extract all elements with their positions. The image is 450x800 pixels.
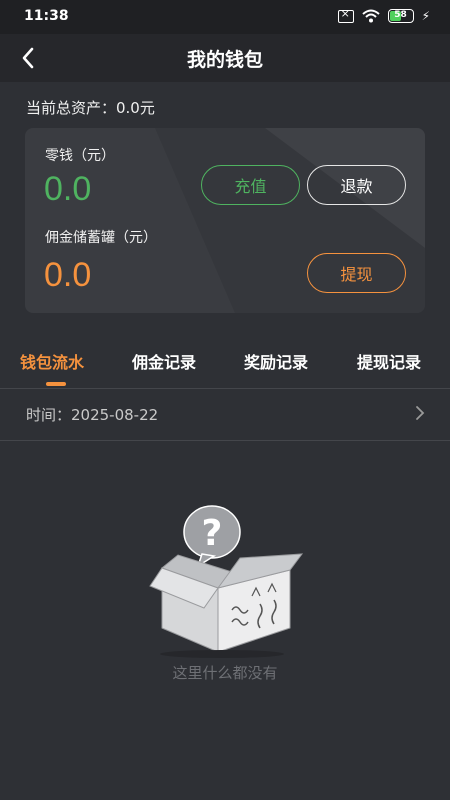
charging-icon: ⚡	[421, 9, 430, 23]
record-tabs: 钱包流水 佣金记录 奖励记录 提现记录	[0, 340, 450, 388]
battery-level: 58	[394, 10, 407, 20]
empty-state-message: 这里什么都没有	[172, 664, 278, 682]
tab-withdraw-records[interactable]: 提现记录	[357, 349, 421, 373]
page-title: 我的钱包	[186, 49, 263, 71]
change-value: 0.0	[44, 170, 92, 208]
date-filter-text: 时间：2025-08-22	[26, 406, 159, 424]
nav-bar: 我的钱包	[0, 34, 450, 82]
status-bar: 11:38 58 ⚡	[0, 0, 450, 34]
active-tab-indicator	[46, 382, 66, 386]
recharge-button[interactable]: 充值	[201, 165, 300, 205]
change-label: 零钱（元）	[45, 148, 115, 164]
tab-reward-records[interactable]: 奖励记录	[244, 349, 308, 373]
no-sim-icon	[337, 7, 354, 23]
wifi-icon	[361, 9, 380, 23]
empty-box-icon: ?	[149, 505, 304, 658]
status-icons: 58 ⚡	[337, 7, 430, 23]
battery-icon: 58	[387, 9, 414, 23]
withdraw-button[interactable]: 提现	[307, 253, 406, 293]
status-time: 11:38	[24, 8, 69, 24]
wallet-card: 零钱（元） 0.0 佣金储蓄罐（元） 0.0 充值 退款 提现	[25, 128, 425, 313]
chevron-right-icon	[416, 406, 425, 420]
commission-value: 0.0	[44, 256, 92, 294]
refund-button[interactable]: 退款	[307, 165, 406, 205]
tab-commission-records[interactable]: 佣金记录	[132, 349, 196, 373]
total-assets: 当前总资产：0.0元	[26, 99, 155, 117]
svg-text:?: ?	[202, 513, 223, 554]
tab-wallet-flow[interactable]: 钱包流水	[20, 349, 84, 373]
date-row-divider	[0, 440, 450, 441]
commission-label: 佣金储蓄罐（元）	[45, 230, 157, 246]
date-filter-row[interactable]: 时间：2025-08-22	[0, 388, 450, 440]
